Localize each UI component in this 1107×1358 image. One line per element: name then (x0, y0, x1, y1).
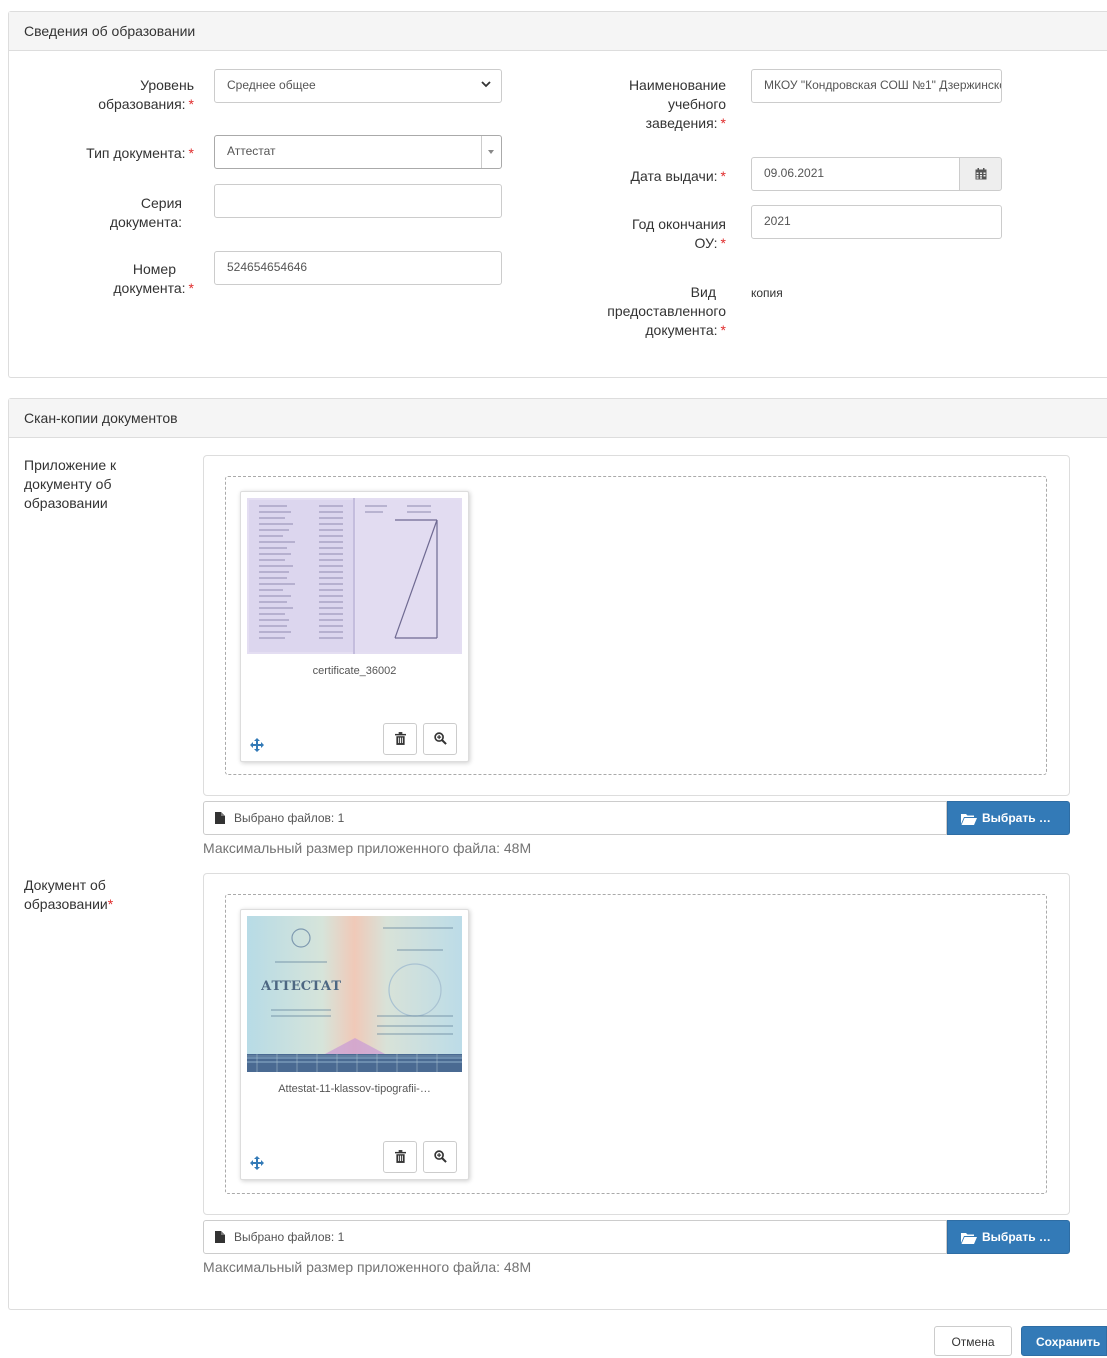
appendix-file-input[interactable]: Выбрано файлов: 1 Выбрать … (203, 801, 1070, 835)
document-scan-title: АТТЕСТАТ (261, 979, 341, 994)
doc-type-value: Аттестат (227, 144, 276, 158)
appendix-file-caption: Выбрано файлов: 1 (203, 801, 947, 835)
doc-kind-label: Вид предоставленного документа: * (607, 284, 726, 338)
document-max-size-hint: Максимальный размер приложенного файла: … (203, 1259, 532, 1275)
save-button[interactable]: Сохранить (1021, 1326, 1107, 1356)
doc-type-label: Тип документа: * (86, 145, 194, 161)
folder-open-icon (961, 814, 977, 825)
appendix-delete-button[interactable] (383, 723, 417, 755)
level-select[interactable]: Среднее общее (214, 69, 502, 103)
document-file-caption: Выбрано файлов: 1 (203, 1220, 947, 1254)
calendar-button[interactable] (959, 157, 1002, 191)
level-label: Уровень образования: * (98, 77, 194, 112)
move-icon[interactable] (250, 738, 264, 752)
cancel-button[interactable]: Отмена (934, 1326, 1012, 1356)
scans-panel-title: Скан-копии документов (9, 399, 1107, 438)
issue-date-label: Дата выдачи: * (630, 168, 727, 184)
calendar-icon (975, 168, 987, 180)
institution-input[interactable]: МКОУ "Кондровская СОШ №1" Дзержинского р… (751, 69, 1002, 103)
appendix-dropzone[interactable]: certificate_36002 (203, 455, 1070, 796)
document-delete-button[interactable] (383, 1141, 417, 1173)
series-input[interactable] (214, 184, 502, 218)
trash-icon (395, 1150, 406, 1163)
doc-type-combobox[interactable]: Аттестат (214, 135, 502, 169)
folder-open-icon (961, 1233, 977, 1244)
education-panel: Сведения об образовании Уровень образова… (8, 11, 1107, 378)
appendix-label: Приложение к документу об образовании (24, 457, 117, 511)
zoom-icon (434, 732, 447, 745)
appendix-drop-area[interactable]: certificate_36002 (225, 476, 1047, 775)
document-file-input[interactable]: Выбрано файлов: 1 Выбрать … (203, 1220, 1070, 1254)
number-label: Номер документа: * (113, 261, 194, 296)
graduation-year-input[interactable]: 2021 (751, 205, 1002, 239)
appendix-scan-image (247, 498, 462, 654)
appendix-file-name: certificate_36002 (312, 665, 397, 677)
appendix-zoom-button[interactable] (423, 723, 457, 755)
file-icon (215, 1231, 225, 1243)
appendix-browse-button[interactable]: Выбрать … (947, 801, 1070, 835)
number-input[interactable]: 524654654646 (214, 251, 502, 285)
document-file-name: Attestat-11-klassov-tipografii-… (278, 1083, 431, 1095)
document-drop-area[interactable]: АТТЕСТАТ Attestat-11-klassov-tipografii-… (225, 894, 1047, 1194)
series-label: Серия документа: (109, 195, 182, 230)
issue-date-input[interactable]: 09.06.2021 (751, 157, 960, 191)
graduation-year-label: Год окончания ОУ: * (632, 216, 726, 251)
combobox-arrow-icon[interactable] (481, 136, 501, 168)
document-dropzone[interactable]: АТТЕСТАТ Attestat-11-klassov-tipografii-… (203, 873, 1070, 1215)
doc-kind-value: копия (751, 286, 783, 300)
document-label: Документ об образовании* (24, 877, 114, 912)
trash-icon (395, 732, 406, 745)
document-scan-image: АТТЕСТАТ (247, 916, 462, 1072)
institution-label: Наименование учебного заведения: * (628, 77, 726, 131)
level-select-value: Среднее общее (227, 78, 316, 92)
appendix-max-size-hint: Максимальный размер приложенного файла: … (203, 840, 532, 856)
appendix-file-thumbnail: certificate_36002 (240, 491, 469, 762)
document-zoom-button[interactable] (423, 1141, 457, 1173)
chevron-down-icon (481, 81, 491, 88)
document-browse-button[interactable]: Выбрать … (947, 1220, 1070, 1254)
file-icon (215, 812, 225, 824)
education-panel-title: Сведения об образовании (9, 12, 1107, 51)
zoom-icon (434, 1150, 447, 1163)
document-file-thumbnail: АТТЕСТАТ Attestat-11-klassov-tipografii-… (240, 909, 469, 1180)
move-icon[interactable] (250, 1156, 264, 1170)
